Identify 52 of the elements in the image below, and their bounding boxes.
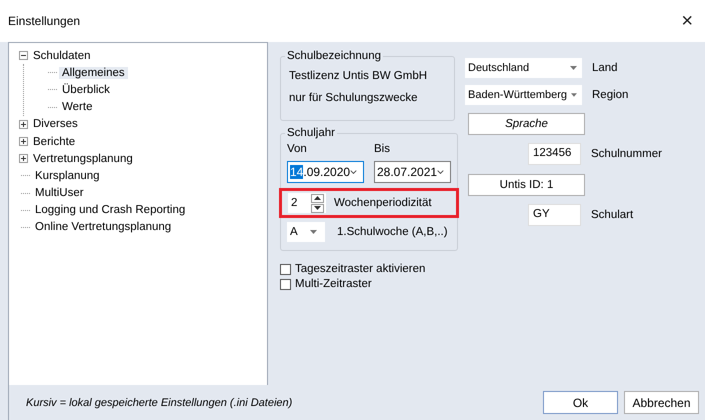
caret-icon <box>570 66 577 70</box>
expand-icon[interactable] <box>19 120 28 129</box>
collapse-icon[interactable] <box>19 51 28 60</box>
footer-note: Kursiv = lokal gespeicherte Einstellungen (.ini Dateien) <box>26 396 292 408</box>
tree-item[interactable]: Schuldaten <box>30 50 94 62</box>
ok-button[interactable]: Ok <box>543 391 618 414</box>
school-number-field[interactable]: 123456 <box>528 143 581 165</box>
field-label: Bis <box>374 143 391 155</box>
tree-item[interactable]: Kursplanung <box>32 170 103 182</box>
field-label: Wochenperiodizität <box>334 197 432 209</box>
field-label: Region <box>592 89 628 101</box>
tree-item[interactable]: Vertretungsplanung <box>30 152 136 165</box>
tree-item[interactable]: Logging und Crash Reporting <box>32 204 188 216</box>
field-label: Land <box>592 62 618 74</box>
cancel-button[interactable]: Abbrechen <box>624 391 699 414</box>
number-spinner[interactable]: 2 <box>288 193 326 213</box>
group-title: Schulbezeichnung <box>286 50 382 62</box>
chevron-icon <box>350 169 357 175</box>
date-picker[interactable]: 28.07.2021 <box>374 161 451 183</box>
field-label: Schulnummer <box>591 148 662 160</box>
region-dropdown[interactable]: Baden-Württemberg <box>465 85 582 105</box>
expand-icon[interactable] <box>19 154 28 164</box>
tree-item[interactable]: MultiUser <box>32 187 87 200</box>
checkbox[interactable] <box>280 278 291 290</box>
spinner-arrows-icon[interactable] <box>311 194 326 212</box>
school-name-text: Testlizenz Untis BW GmbH <box>288 69 428 84</box>
tree-item[interactable]: Werte <box>59 101 96 114</box>
tree-item[interactable]: Online Vertretungsplanung <box>32 221 174 234</box>
field-label: Schulart <box>591 209 634 221</box>
close-button[interactable]: × <box>679 10 695 32</box>
field-label: 1.Schulwoche (A,B,..) <box>337 226 448 238</box>
caret-icon <box>571 93 577 97</box>
field-label: Von <box>287 143 308 155</box>
group-title: Schuljahr <box>286 127 336 139</box>
caret-icon <box>310 230 317 234</box>
expand-icon[interactable] <box>19 137 28 146</box>
tree-item[interactable]: Überblick <box>59 84 113 96</box>
tree-item[interactable]: Berichte <box>30 136 78 148</box>
checkbox[interactable] <box>280 264 291 274</box>
date-picker[interactable]: 14.09.2020 <box>287 161 364 183</box>
tree-item[interactable]: Allgemeines <box>59 66 128 79</box>
school-name-text: nur für Schulungszwecke <box>288 91 418 106</box>
chevron-icon <box>437 169 444 175</box>
checkbox-label: Multi-Zeitraster <box>295 278 372 290</box>
checkbox-label: Tageszeitraster aktivieren <box>295 263 426 275</box>
tree-item[interactable]: Diverses <box>30 118 81 130</box>
window-title: Einstellungen <box>8 14 80 28</box>
language-button[interactable]: Sprache <box>468 113 585 135</box>
school-type-field[interactable]: GY <box>528 204 581 226</box>
week-dropdown[interactable]: A <box>287 222 325 242</box>
country-dropdown[interactable]: Deutschland <box>465 58 582 78</box>
untis-id-button[interactable]: Untis ID: 1 <box>468 174 585 196</box>
